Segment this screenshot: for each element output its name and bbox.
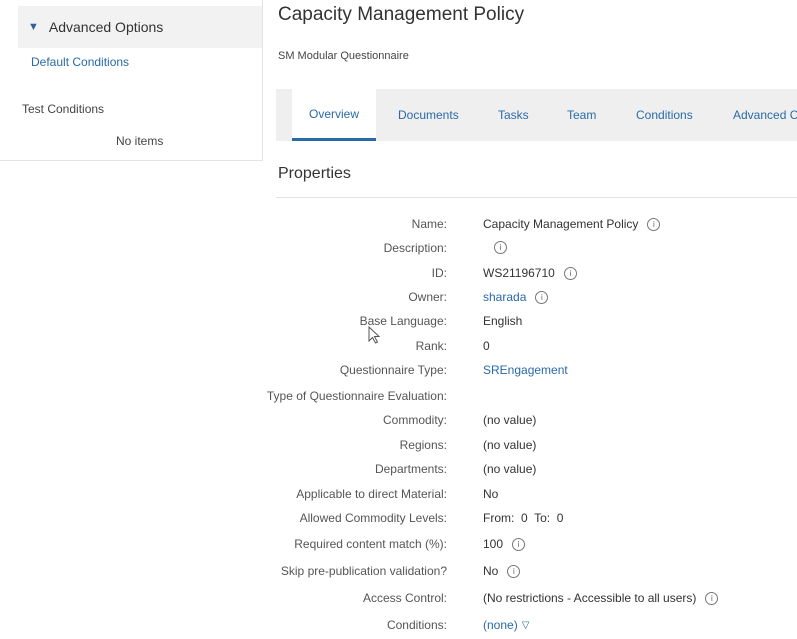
- property-label: Departments:: [374, 462, 447, 476]
- property-value: 100 i: [483, 537, 526, 551]
- property-label: Description:: [383, 241, 447, 255]
- property-value: (no value): [483, 462, 537, 476]
- property-label: Required content match (%):: [294, 537, 447, 551]
- property-label: Type of Questionnaire Evaluation:: [266, 389, 447, 403]
- tab-overview[interactable]: Overview: [292, 89, 377, 141]
- property-value: No i: [483, 564, 521, 578]
- property-label: Conditions:: [386, 618, 447, 632]
- property-value: WS21196710 i: [483, 266, 577, 280]
- mouse-pointer-icon: [368, 326, 381, 344]
- property-label: Regions:: [399, 438, 447, 452]
- chevron-down-icon[interactable]: ▽: [522, 620, 530, 631]
- section-divider: [276, 197, 797, 198]
- owner-link[interactable]: sharada: [483, 290, 526, 304]
- property-row-questionnaire-type: Questionnaire Type: SREngagement: [276, 363, 797, 383]
- info-icon[interactable]: i: [535, 290, 549, 304]
- property-label: Applicable to direct Material:: [296, 487, 447, 501]
- property-row-content-match: Required content match (%): 100 i: [276, 537, 797, 557]
- property-value: English: [483, 314, 523, 328]
- info-icon[interactable]: i: [507, 564, 521, 578]
- tab-conditions[interactable]: Conditions: [636, 89, 693, 141]
- tab-documents[interactable]: Documents: [398, 89, 459, 141]
- property-row-access-control: Access Control: (No restrictions - Acces…: [276, 591, 797, 611]
- property-value: (no value): [483, 438, 537, 452]
- property-value: 0: [483, 339, 490, 353]
- property-value: (no value): [483, 413, 537, 427]
- property-value[interactable]: (none) ▽: [483, 618, 529, 632]
- no-items-text: No items: [116, 134, 164, 148]
- property-row-conditions: Conditions: (none) ▽: [276, 618, 797, 638]
- property-value: No: [483, 487, 499, 501]
- property-row-description: Description: i: [276, 241, 797, 261]
- property-row-commodity: Commodity: (no value): [276, 413, 797, 433]
- page-title: Capacity Management Policy: [278, 4, 525, 25]
- info-icon[interactable]: i: [563, 266, 577, 280]
- property-value: From: 0 To: 0: [483, 511, 564, 525]
- property-row-id: ID: WS21196710 i: [276, 266, 797, 286]
- property-label: ID:: [431, 266, 447, 280]
- tab-bar: Overview Documents Tasks Team Conditions…: [276, 89, 797, 141]
- tab-tasks[interactable]: Tasks: [498, 89, 529, 141]
- property-value: (No restrictions - Accessible to all use…: [483, 591, 719, 605]
- property-label: Rank:: [415, 339, 447, 353]
- property-row-evaluation-type: Type of Questionnaire Evaluation:: [267, 389, 797, 409]
- property-label: Name:: [411, 217, 447, 231]
- questionnaire-type-link[interactable]: SREngagement: [483, 363, 568, 377]
- property-row-name: Name: Capacity Management Policy i: [276, 217, 797, 237]
- property-row-departments: Departments: (no value): [276, 462, 797, 482]
- info-icon[interactable]: i: [512, 537, 526, 551]
- tab-advanced[interactable]: Advanced C: [733, 89, 797, 141]
- property-label: Allowed Commodity Levels:: [299, 511, 447, 525]
- property-row-regions: Regions: (no value): [276, 438, 797, 458]
- property-row-direct-material: Applicable to direct Material: No: [276, 487, 797, 507]
- property-value: Capacity Management Policy i: [483, 217, 661, 231]
- advanced-options-label: Advanced Options: [48, 19, 164, 35]
- page-subtitle: SM Modular Questionnaire: [278, 50, 409, 62]
- default-conditions-link[interactable]: Default Conditions: [31, 55, 129, 69]
- property-row-skip-validation: Skip pre-publication validation? No i: [276, 564, 797, 584]
- property-row-base-language: Base Language: English: [276, 314, 797, 334]
- property-row-owner: Owner: sharada i: [276, 290, 797, 310]
- property-value: i: [483, 241, 507, 254]
- info-icon[interactable]: i: [494, 241, 507, 254]
- info-icon[interactable]: i: [647, 217, 661, 231]
- property-label: Commodity:: [382, 413, 447, 427]
- property-row-rank: Rank: 0: [276, 339, 797, 359]
- property-label: Owner:: [408, 290, 447, 304]
- advanced-options-header[interactable]: ▼ Advanced Options: [18, 6, 262, 48]
- property-value: sharada i: [483, 290, 549, 304]
- properties-heading: Properties: [278, 165, 351, 182]
- property-label: Skip pre-publication validation?: [280, 564, 447, 578]
- property-row-commodity-levels: Allowed Commodity Levels: From: 0 To: 0: [276, 511, 797, 531]
- test-conditions-label: Test Conditions: [22, 102, 105, 116]
- info-icon[interactable]: i: [705, 591, 719, 605]
- tab-team[interactable]: Team: [567, 89, 596, 141]
- conditions-panel: ▼ Advanced Options Default Conditions Te…: [0, 0, 263, 161]
- conditions-link[interactable]: (none): [483, 618, 518, 632]
- property-label: Questionnaire Type:: [339, 363, 447, 377]
- property-label: Access Control:: [362, 591, 447, 605]
- triangle-down-icon: ▼: [28, 21, 39, 33]
